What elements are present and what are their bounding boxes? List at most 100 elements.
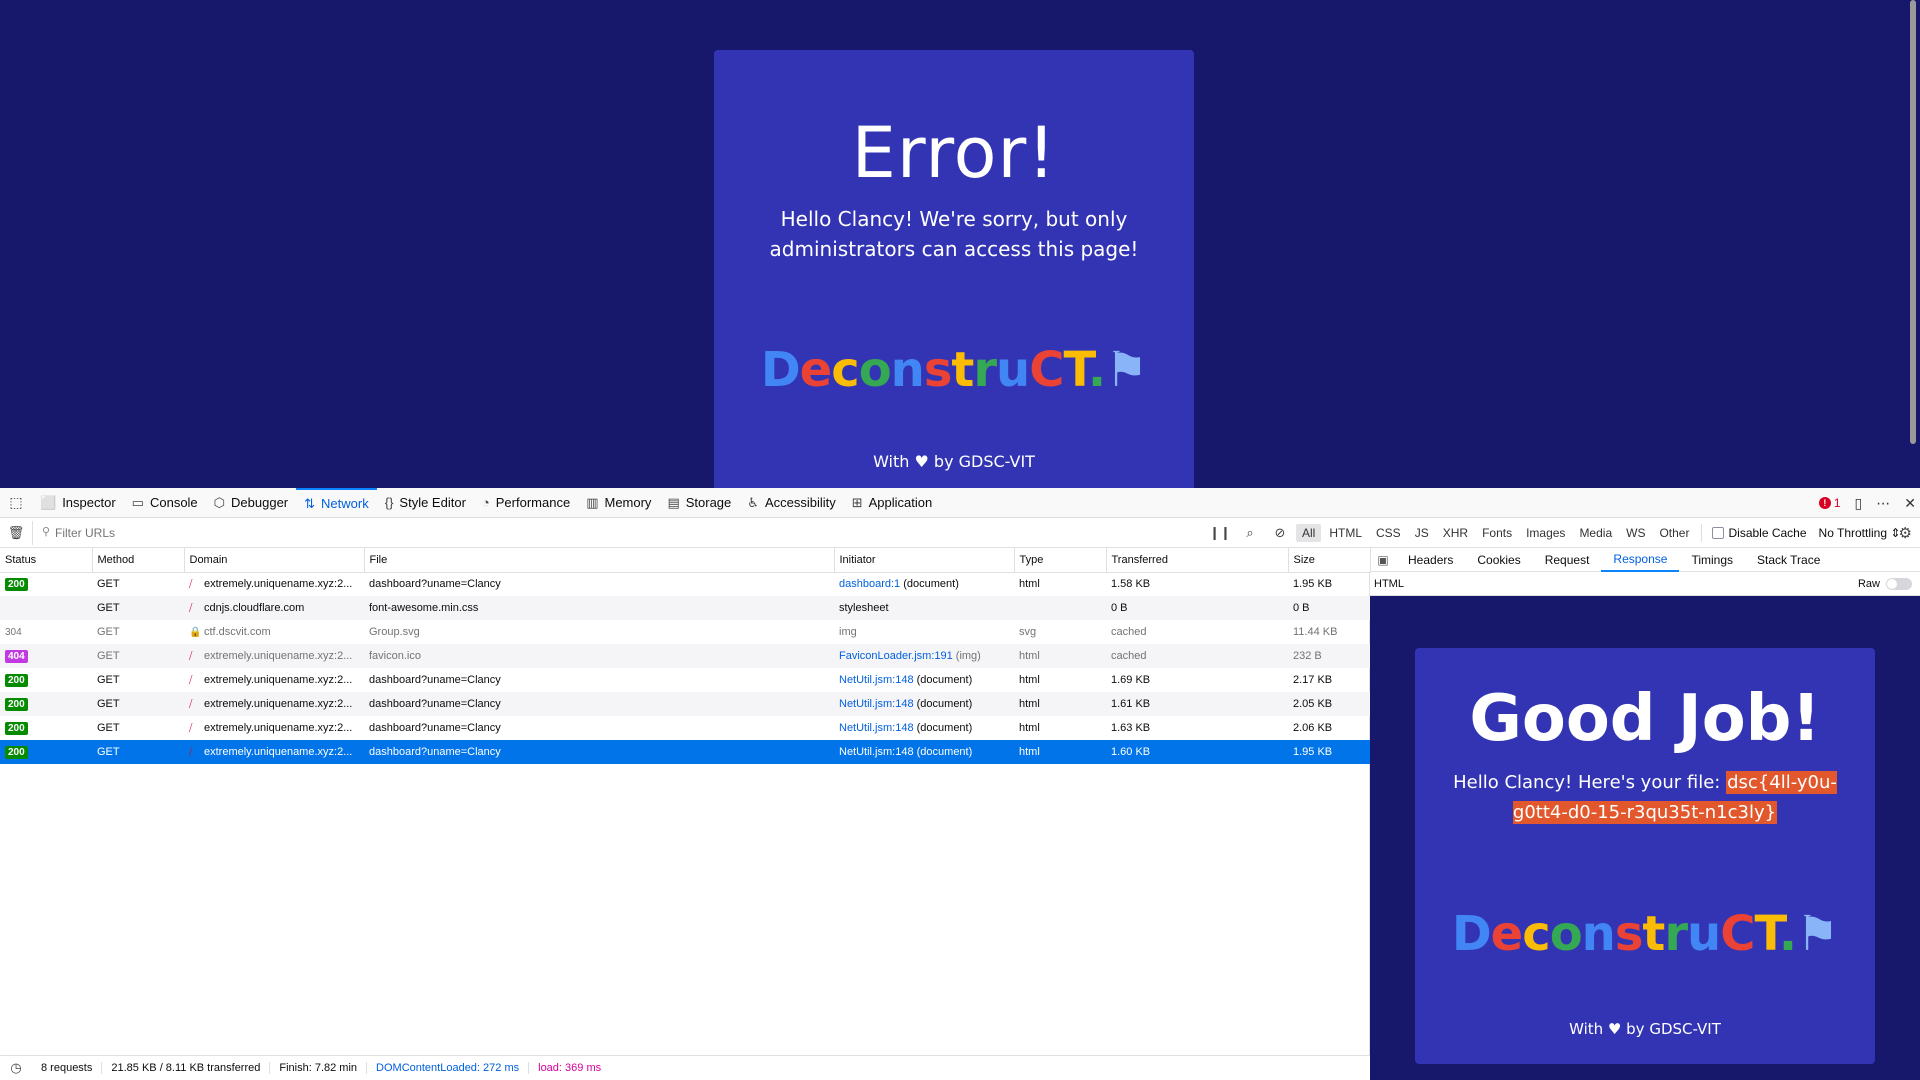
- cell-domain: ⧸ cdnjs.cloudflare.com: [184, 596, 364, 620]
- tab-network[interactable]: ⇅ Network: [296, 487, 377, 518]
- initiator-link[interactable]: NetUtil.jsm:148: [839, 722, 914, 734]
- table-row[interactable]: 200 GET ⧸ extremely.uniquename.xyz:2... dash…: [0, 692, 1370, 716]
- tab-memory[interactable]: ▥ Memory: [578, 488, 659, 518]
- message-prefix: Hello Clancy! Here's your file:: [1453, 772, 1727, 793]
- cell-method: GET: [92, 644, 184, 668]
- table-row[interactable]: 200 GET ⧸ extremely.uniquename.xyz:2... dash…: [0, 668, 1370, 692]
- tab-style-editor[interactable]: {} Style Editor: [377, 488, 474, 518]
- column-transferred[interactable]: Transferred: [1106, 548, 1289, 573]
- cell-file: dashboard?uname=Clancy: [364, 692, 834, 716]
- initiator-link[interactable]: NetUtil.jsm:148: [839, 746, 914, 758]
- performance-analysis-icon[interactable]: ◷: [0, 1060, 32, 1076]
- filter-controls: ❙❙ ⌕ ⊘ All HTML CSS JS XHR Fonts Images Media WS…: [1206, 518, 1900, 548]
- gear-icon[interactable]: ⚙: [1899, 518, 1912, 548]
- tab-timings[interactable]: Timings: [1679, 548, 1745, 572]
- response-header: HTML Raw: [1370, 572, 1920, 596]
- cell-initiator: stylesheet: [834, 596, 1014, 620]
- block-icon[interactable]: ⊘: [1266, 525, 1294, 541]
- cell-size: 11.44 KB: [1293, 626, 1338, 638]
- tab-storage[interactable]: ▤ Storage: [659, 488, 739, 518]
- column-domain[interactable]: Domain: [184, 548, 365, 573]
- cell-file: favicon.ico: [364, 644, 834, 668]
- filter-all[interactable]: All: [1296, 524, 1322, 542]
- filter-media[interactable]: Media: [1573, 524, 1618, 542]
- cell-status: 200: [0, 668, 92, 692]
- table-row[interactable]: 404 GET ⧸ extremely.uniquename.xyz:2... favi…: [0, 644, 1370, 668]
- error-count[interactable]: ! 1: [1818, 496, 1841, 510]
- status-badge: 200: [5, 697, 28, 711]
- initiator-link[interactable]: NetUtil.jsm:148: [839, 674, 914, 686]
- cell-size: 1.95 KB: [1293, 578, 1333, 591]
- filter-ws[interactable]: WS: [1620, 524, 1651, 542]
- network-filter-bar: 🗑 ⚲ ❙❙ ⌕ ⊘ AllHTMLCSSJSXHRFontsImagesMed…: [0, 518, 1920, 548]
- response-type-label: HTML: [1374, 577, 1404, 590]
- pause-icon[interactable]: ❙❙: [1206, 525, 1234, 541]
- cell-type: svg: [1019, 626, 1037, 638]
- application-icon: ⊞: [851, 494, 863, 510]
- cell-initiator: img: [839, 626, 857, 638]
- cell-method: GET: [92, 692, 184, 716]
- element-picker-icon[interactable]: ⬚: [0, 488, 32, 518]
- toggle-panel-icon[interactable]: ▣: [1370, 553, 1396, 567]
- filter-css[interactable]: CSS: [1370, 524, 1407, 542]
- filter-html[interactable]: HTML: [1323, 524, 1368, 542]
- tab-stack-trace[interactable]: Stack Trace: [1745, 548, 1832, 572]
- page-scrollbar[interactable]: [1910, 0, 1916, 444]
- filter-fonts[interactable]: Fonts: [1476, 524, 1518, 542]
- search-icon[interactable]: ⌕: [1236, 525, 1264, 541]
- cell-domain: ⧸ extremely.uniquename.xyz:2...: [189, 722, 353, 734]
- filter-xhr[interactable]: XHR: [1437, 524, 1474, 542]
- more-icon[interactable]: ⋯: [1876, 495, 1890, 512]
- tab-inspector[interactable]: ⬜ Inspector: [32, 488, 124, 518]
- cell-domain: ⧸ extremely.uniquename.xyz:2...: [189, 674, 353, 686]
- cell-initiator: NetUtil.jsm:148 (document): [834, 692, 1014, 716]
- cell-type: html: [1014, 644, 1106, 668]
- column-size[interactable]: Size: [1288, 548, 1371, 573]
- dock-icon[interactable]: ▯: [1855, 495, 1863, 512]
- trash-icon[interactable]: 🗑: [0, 525, 32, 541]
- table-row[interactable]: 304 GET 🔒 ctf.dscvit.com Group.svg img svg cach…: [0, 620, 1370, 644]
- table-row[interactable]: 200 GET ⧸ extremely.uniquename.xyz:2... dash…: [0, 716, 1370, 740]
- column-method[interactable]: Method: [92, 548, 185, 573]
- filter-js[interactable]: JS: [1409, 524, 1435, 542]
- checkbox-icon: [1712, 527, 1725, 539]
- tab-debugger[interactable]: ⬡ Debugger: [206, 488, 296, 518]
- tab-headers[interactable]: Headers: [1396, 548, 1465, 572]
- tab-request[interactable]: Request: [1533, 548, 1602, 572]
- tab-console[interactable]: ▭ Console: [124, 488, 206, 518]
- close-icon[interactable]: ✕: [1904, 495, 1916, 512]
- column-type[interactable]: Type: [1014, 548, 1107, 573]
- error-card: Error! Hello Clancy! We're sorry, but on…: [714, 50, 1194, 488]
- tab-application[interactable]: ⊞ Application: [844, 488, 941, 518]
- initiator-link[interactable]: FaviconLoader.jsm:191: [839, 650, 953, 662]
- logo-text: DeconstruCT.: [1451, 906, 1797, 962]
- raw-toggle[interactable]: Raw: [1858, 577, 1912, 590]
- table-row[interactable]: 200 GET ⧸ extremely.uniquename.xyz:2... dash…: [0, 740, 1370, 764]
- table-row[interactable]: 200 GET ⧸ extremely.uniquename.xyz:2... dash…: [0, 572, 1370, 596]
- success-message: Hello Clancy! Here's your file: dsc{4ll-…: [1415, 768, 1875, 828]
- cell-status: 200: [0, 716, 92, 740]
- filter-urls-input[interactable]: [32, 520, 1202, 545]
- cell-domain: ⧸ extremely.uniquename.xyz:2...: [184, 740, 364, 764]
- disable-cache-checkbox[interactable]: Disable Cache: [1712, 526, 1807, 540]
- cell-size: 0 B: [1288, 596, 1370, 620]
- tab-performance[interactable]: ◔ Performance: [474, 488, 578, 518]
- column-file[interactable]: File: [364, 548, 835, 573]
- tab-accessibility[interactable]: ♿ Accessibility: [739, 488, 843, 518]
- column-initiator[interactable]: Initiator: [834, 548, 1015, 573]
- filter-other[interactable]: Other: [1653, 524, 1695, 542]
- cell-status: 200: [0, 740, 92, 764]
- initiator-link[interactable]: dashboard:1: [839, 578, 900, 590]
- tab-cookies[interactable]: Cookies: [1465, 548, 1532, 572]
- cell-size: 2.05 KB: [1288, 692, 1370, 716]
- error-message: Hello Clancy! We're sorry, but only admi…: [769, 207, 1139, 261]
- tab-response[interactable]: Response: [1601, 548, 1680, 572]
- initiator-link[interactable]: NetUtil.jsm:148: [839, 698, 914, 710]
- column-status[interactable]: Status: [0, 548, 93, 573]
- transferred-total: 21.85 KB / 8.11 KB transferred: [102, 1062, 271, 1074]
- filter-images[interactable]: Images: [1520, 524, 1571, 542]
- table-row[interactable]: GET ⧸ cdnjs.cloudflare.com font-awesome.min…: [0, 596, 1370, 620]
- toggle-switch[interactable]: [1886, 577, 1912, 590]
- deconstruct-logo: DeconstruCT.⚑: [1415, 906, 1875, 962]
- throttling-select[interactable]: No Throttling ⇕: [1819, 526, 1901, 540]
